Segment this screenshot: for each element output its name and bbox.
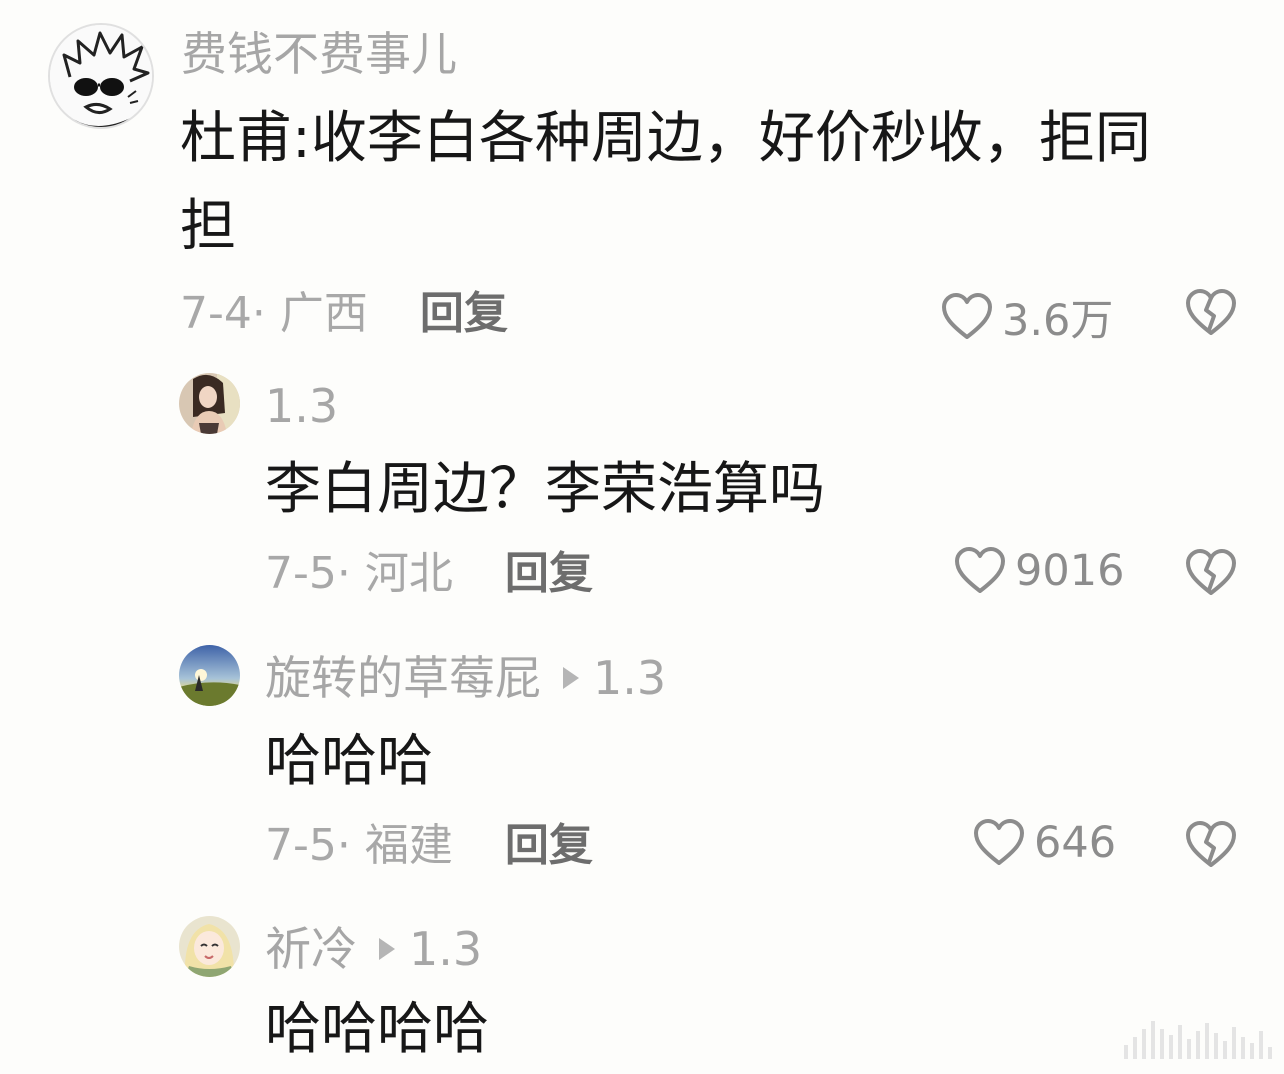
broken-heart-icon — [1186, 549, 1236, 595]
dislike-button[interactable] — [1184, 820, 1238, 874]
anime-girl-avatar-icon — [179, 916, 240, 977]
like-count: 9016 — [1015, 546, 1125, 596]
reply-to-arrow-icon — [563, 666, 579, 689]
comment-username[interactable]: 旋转的草莓屁 1.3 — [265, 655, 666, 701]
reply-to-username[interactable]: 1.3 — [593, 651, 666, 705]
comment-username[interactable]: 费钱不费事儿 — [181, 31, 457, 77]
comment-username[interactable]: 祈冷 1.3 — [265, 926, 482, 972]
dislike-button[interactable] — [1184, 548, 1238, 602]
heart-icon — [942, 293, 992, 339]
broken-heart-icon — [1186, 289, 1236, 335]
comment-date-location: 7-5· 福建 — [265, 820, 453, 871]
like-button[interactable]: 3.6万 — [940, 286, 1113, 348]
watermark — [1124, 1017, 1272, 1059]
dislike-button[interactable] — [1184, 288, 1238, 342]
like-button[interactable]: 646 — [972, 818, 1116, 868]
comment-date-location: 7-5· 河北 — [265, 548, 453, 599]
avatar[interactable] — [179, 645, 240, 706]
heart-icon — [974, 819, 1024, 865]
landscape-avatar-icon — [179, 645, 240, 706]
manga-boy-avatar-icon — [50, 25, 152, 127]
reply-button[interactable]: 回复 — [420, 288, 508, 339]
broken-heart-icon — [1186, 821, 1236, 867]
comment-meta: 7-5· 福建 回复 — [265, 824, 593, 868]
username-text[interactable]: 旋转的草莓屁 — [265, 651, 541, 705]
avatar[interactable] — [179, 373, 240, 434]
reply-button[interactable]: 回复 — [505, 820, 593, 871]
comment-text: 哈哈哈 — [265, 729, 433, 794]
comment-meta: 7-5· 河北 回复 — [265, 552, 593, 596]
comment-text-line: 杜甫:收李白各种周边，好价秒收，拒同 — [180, 106, 1151, 171]
reply-to-username[interactable]: 1.3 — [409, 922, 482, 976]
comment-text: 哈哈哈哈 — [265, 997, 489, 1062]
reply-to-arrow-icon — [379, 937, 395, 960]
comment-username[interactable]: 1.3 — [265, 383, 338, 429]
comment-meta: 7-4· 广西 回复 — [180, 292, 508, 336]
comment-text-line: 担 — [180, 194, 236, 259]
girl-photo-avatar-icon — [179, 373, 240, 434]
avatar[interactable] — [179, 916, 240, 977]
comment-date-location: 7-4· 广西 — [180, 288, 368, 339]
comment-text: 杜甫:收李白各种周边，好价秒收，拒同 担 — [180, 95, 1151, 271]
like-button[interactable]: 9016 — [953, 546, 1124, 596]
avatar[interactable] — [48, 23, 154, 129]
reply-button[interactable]: 回复 — [505, 548, 593, 599]
comment-text: 李白周边？李荣浩算吗 — [265, 457, 825, 522]
heart-icon — [955, 547, 1005, 593]
like-count: 3.6万 — [1002, 296, 1114, 346]
like-count: 646 — [1034, 818, 1117, 868]
username-text[interactable]: 祈冷 — [265, 922, 357, 976]
